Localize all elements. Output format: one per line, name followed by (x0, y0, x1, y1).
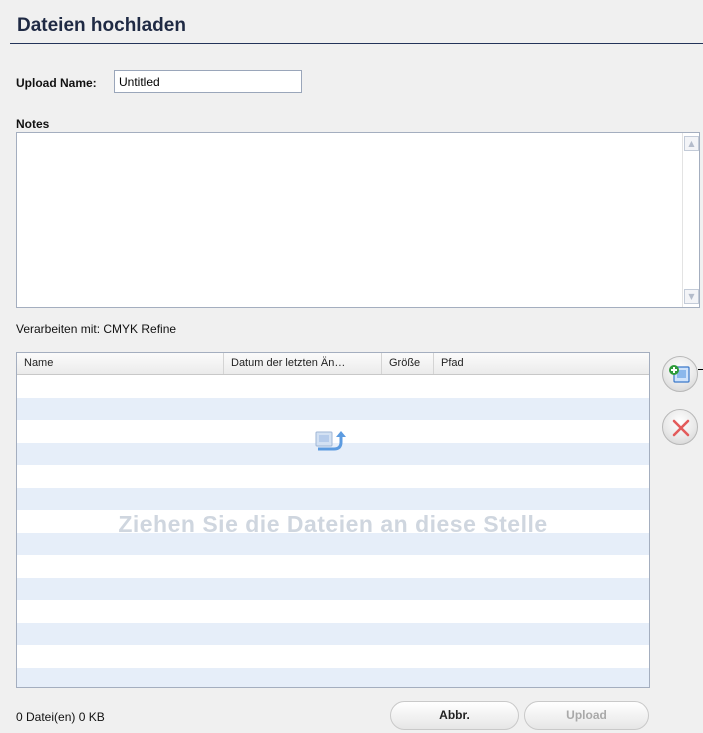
file-list-table[interactable]: Name Datum der letzten Än… Größe Pfad Zi… (16, 352, 650, 688)
remove-x-icon (672, 419, 690, 437)
notes-label: Notes (16, 117, 50, 131)
notes-textarea[interactable]: ▲ ▼ (16, 132, 700, 308)
list-row (17, 600, 649, 623)
list-row (17, 577, 649, 600)
remove-file-button[interactable] (662, 409, 698, 445)
column-path[interactable]: Pfad (434, 353, 649, 374)
column-name[interactable]: Name (17, 353, 224, 374)
upload-name-label: Upload Name: (16, 76, 97, 90)
column-size[interactable]: Größe (382, 353, 434, 374)
upload-name-input[interactable] (114, 70, 302, 93)
list-row (17, 397, 649, 420)
process-with-label: Verarbeiten mit: CMYK Refine (16, 322, 177, 336)
file-count-status: 0 Datei(en) 0 KB (16, 710, 105, 724)
list-row (17, 465, 649, 488)
list-row (17, 622, 649, 645)
page-header: Dateien hochladen (10, 10, 703, 44)
drop-upload-icon (315, 431, 346, 451)
upload-button[interactable]: Upload (524, 701, 649, 730)
add-files-button[interactable] (662, 356, 698, 392)
list-row (17, 375, 649, 398)
list-row (17, 667, 649, 687)
drop-zone-hint: Ziehen Sie die Dateien an diese Stelle (118, 511, 548, 537)
column-date-modified[interactable]: Datum der letzten Än… (224, 353, 382, 374)
list-row (17, 487, 649, 510)
callout-line (698, 369, 703, 370)
page-title: Dateien hochladen (17, 15, 186, 36)
list-row (17, 555, 649, 578)
table-header: Name Datum der letzten Än… Größe Pfad (17, 353, 649, 375)
notes-scrollbar[interactable]: ▲ ▼ (682, 133, 699, 307)
scroll-down-button[interactable]: ▼ (684, 289, 699, 304)
cancel-button[interactable]: Abbr. (390, 701, 519, 730)
list-row (17, 645, 649, 668)
scroll-up-button[interactable]: ▲ (684, 136, 699, 151)
add-file-icon (669, 365, 690, 383)
